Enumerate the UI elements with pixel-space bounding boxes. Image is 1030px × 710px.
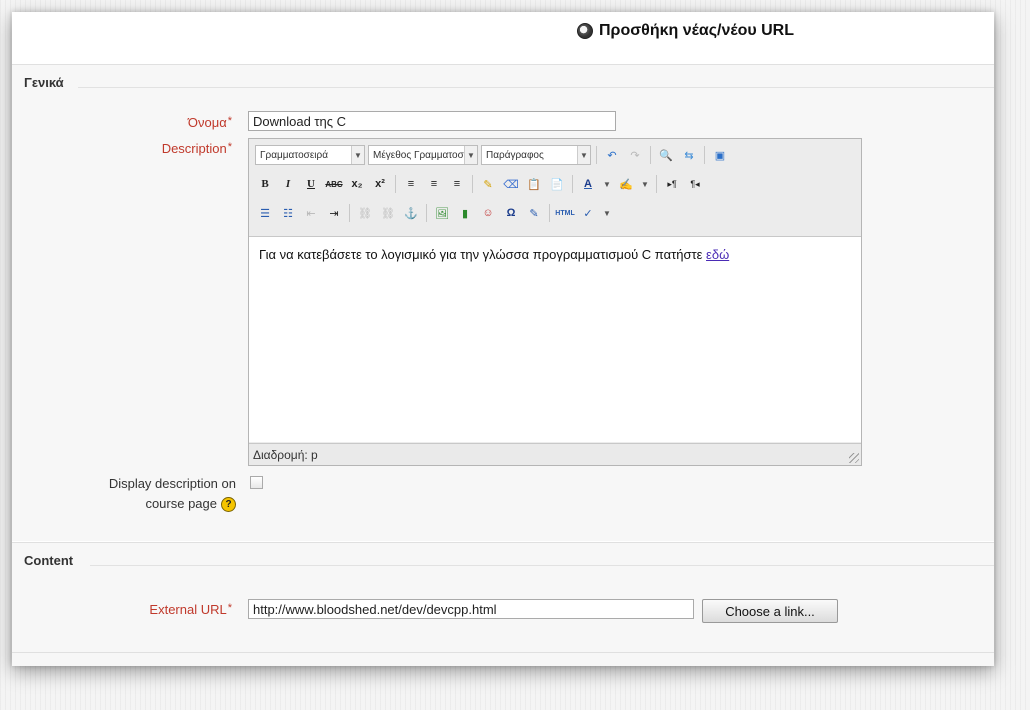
- general-legend-line: [78, 87, 994, 88]
- chevron-down-icon: ▼: [351, 146, 364, 164]
- toolbar-separator: [426, 204, 427, 222]
- chevron-down-icon: ▼: [464, 146, 477, 164]
- chevron-down-icon[interactable]: ▼: [639, 174, 651, 194]
- form-panel: Προσθήκη νέας/νέου URL Γενικά Όνομα* Des…: [12, 12, 994, 666]
- paste-word-icon[interactable]: 📄: [547, 174, 567, 194]
- cleanup-icon[interactable]: ✎: [478, 174, 498, 194]
- highlight-color-icon[interactable]: ✍: [616, 174, 636, 194]
- image-icon[interactable]: 🖼: [432, 203, 452, 223]
- rtl-icon[interactable]: ¶◂: [685, 174, 705, 194]
- indent-icon[interactable]: ⇥: [324, 203, 344, 223]
- align-left-icon[interactable]: ≡: [401, 174, 421, 194]
- html-source-icon[interactable]: HTML: [555, 203, 575, 223]
- choose-link-button[interactable]: Choose a link...: [702, 599, 838, 623]
- toolbar-separator: [656, 175, 657, 193]
- page-title: Προσθήκη νέας/νέου URL: [577, 22, 794, 40]
- text-color-icon[interactable]: A: [578, 174, 598, 194]
- align-right-icon[interactable]: ≡: [447, 174, 467, 194]
- underline-icon[interactable]: U: [301, 174, 321, 194]
- help-icon[interactable]: ?: [221, 497, 236, 513]
- spellcheck-icon[interactable]: ✓: [578, 203, 598, 223]
- content-fieldset: Content External URL*: [12, 542, 994, 653]
- chevron-down-icon: ▼: [577, 146, 590, 164]
- fullscreen-icon[interactable]: ▣: [710, 145, 730, 165]
- editor-path-text: Διαδρομή: p: [253, 447, 318, 462]
- strikethrough-icon[interactable]: ABC: [324, 174, 344, 194]
- superscript-icon[interactable]: x²: [370, 174, 390, 194]
- anchor-icon[interactable]: ⚓: [401, 203, 421, 223]
- name-label: Όνομα*: [187, 115, 232, 130]
- redo-icon[interactable]: ↷: [625, 145, 645, 165]
- toolbar-separator: [472, 175, 473, 193]
- eraser-icon[interactable]: ⌫: [501, 174, 521, 194]
- html-editor: Γραμματοσειρά ▼ Μέγεθος Γραμματοσειράς ▼ Π…: [248, 138, 862, 466]
- link-icon[interactable]: ⛓: [355, 203, 375, 223]
- general-legend: Γενικά: [24, 75, 64, 90]
- paste-text-icon[interactable]: 📋: [524, 174, 544, 194]
- font-size-select[interactable]: Μέγεθος Γραμματοσειράς ▼: [368, 145, 478, 165]
- emoticon-icon[interactable]: ☺: [478, 203, 498, 223]
- special-char-icon[interactable]: Ω: [501, 203, 521, 223]
- media-icon[interactable]: ▮: [455, 203, 475, 223]
- bullet-list-icon[interactable]: ☰: [255, 203, 275, 223]
- toolbar-separator: [650, 146, 651, 164]
- content-legend-line: [90, 565, 994, 566]
- subscript-icon[interactable]: x₂: [347, 174, 367, 194]
- editor-toolbar-row-3: ☰ ☷ ⇤ ⇥ ⛓ ⛓ ⚓ 🖼 ▮ ☺ Ω ✎ HTML ✓ ▼: [255, 202, 613, 224]
- toolbar-separator: [704, 146, 705, 164]
- page-title-text: Προσθήκη νέας/νέου URL: [599, 22, 794, 39]
- resize-handle-icon[interactable]: [849, 453, 859, 463]
- editor-content-link[interactable]: εδώ: [706, 247, 729, 262]
- bold-icon[interactable]: B: [255, 174, 275, 194]
- toolbar-separator: [349, 204, 350, 222]
- toolbar-separator: [572, 175, 573, 193]
- external-url-input[interactable]: [248, 599, 694, 619]
- external-url-label: External URL*: [149, 602, 232, 617]
- editor-content-text: Για να κατεβάσετε το λογισμικό για την γ…: [259, 247, 707, 262]
- toolbar-separator: [596, 146, 597, 164]
- display-description-label: Display description on course page?: [108, 476, 236, 513]
- numbered-list-icon[interactable]: ☷: [278, 203, 298, 223]
- next-fieldset-edge: [12, 652, 994, 666]
- content-legend: Content: [24, 553, 74, 568]
- toolbar-separator: [395, 175, 396, 193]
- unlink-icon[interactable]: ⛓: [378, 203, 398, 223]
- name-input[interactable]: [248, 111, 616, 131]
- italic-icon[interactable]: I: [278, 174, 298, 194]
- ltr-icon[interactable]: ▸¶: [662, 174, 682, 194]
- editor-path-bar: Διαδρομή: p: [249, 443, 861, 465]
- chevron-down-icon[interactable]: ▼: [601, 174, 613, 194]
- outdent-icon[interactable]: ⇤: [301, 203, 321, 223]
- paragraph-select[interactable]: Παράγραφος ▼: [481, 145, 591, 165]
- url-resource-icon: [577, 23, 593, 39]
- undo-icon[interactable]: ↶: [602, 145, 622, 165]
- editor-toolbar-row-1: Γραμματοσειρά ▼ Μέγεθος Γραμματοσειράς ▼ Π…: [255, 144, 730, 166]
- find-icon[interactable]: 🔍: [656, 145, 676, 165]
- description-label: Description*: [161, 141, 232, 156]
- toolbar-separator: [549, 204, 550, 222]
- editor-content[interactable]: Για να κατεβάσετε το λογισμικό για την γ…: [249, 236, 861, 442]
- replace-icon[interactable]: ⇆: [679, 145, 699, 165]
- chevron-down-icon[interactable]: ▼: [601, 203, 613, 223]
- align-center-icon[interactable]: ≡: [424, 174, 444, 194]
- font-family-select[interactable]: Γραμματοσειρά ▼: [255, 145, 365, 165]
- edit-icon[interactable]: ✎: [524, 203, 544, 223]
- display-description-checkbox[interactable]: [250, 476, 263, 489]
- editor-toolbar-row-2: B I U ABC x₂ x² ≡ ≡ ≡ ✎ ⌫ 📋 📄 A ▼ ✍ ▼ ▸¶…: [255, 173, 705, 195]
